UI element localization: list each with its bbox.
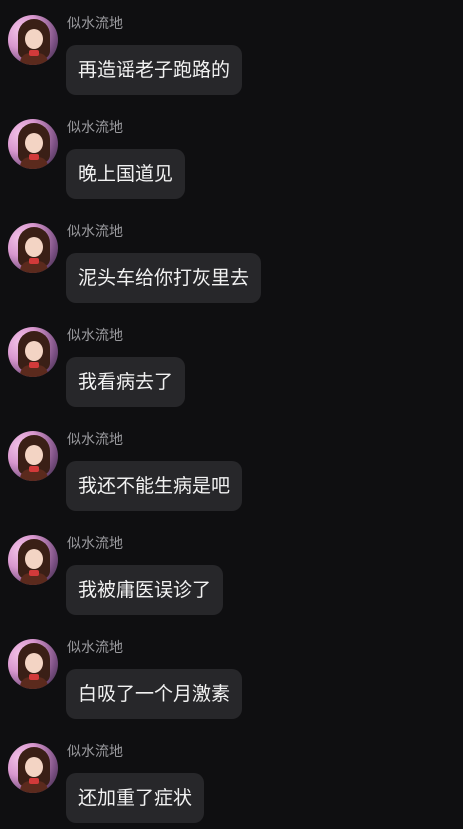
message-bubble[interactable]: 我被庸医误诊了 — [66, 565, 224, 615]
message-bubble[interactable]: 再造谣老子跑路的 — [66, 45, 243, 95]
avatar[interactable] — [8, 223, 58, 273]
message-bubble[interactable]: 白吸了一个月激素 — [66, 669, 243, 719]
sender-name: 似水流地 — [67, 432, 123, 448]
chat-message: 似水流地 我看病去了 — [0, 312, 463, 416]
chat-message: 似水流地 泥头车给你打灰里去 — [0, 208, 463, 312]
avatar[interactable] — [8, 15, 58, 65]
sender-name: 似水流地 — [67, 224, 123, 240]
message-bubble[interactable]: 还加重了症状 — [66, 773, 205, 823]
chat-message: 似水流地 晚上国道见 — [0, 104, 463, 208]
avatar[interactable] — [8, 327, 58, 377]
message-bubble[interactable]: 泥头车给你打灰里去 — [66, 253, 262, 303]
avatar[interactable] — [8, 535, 58, 585]
sender-name: 似水流地 — [67, 744, 123, 760]
chat-message: 似水流地 还加重了症状 — [0, 728, 463, 829]
sender-name: 似水流地 — [67, 16, 123, 32]
chat-message: 似水流地 白吸了一个月激素 — [0, 624, 463, 728]
sender-name: 似水流地 — [67, 640, 123, 656]
chat-message: 似水流地 我被庸医误诊了 — [0, 520, 463, 624]
sender-name: 似水流地 — [67, 536, 123, 552]
avatar[interactable] — [8, 431, 58, 481]
chat-message: 似水流地 再造谣老子跑路的 — [0, 0, 463, 104]
avatar[interactable] — [8, 119, 58, 169]
avatar[interactable] — [8, 743, 58, 793]
message-bubble[interactable]: 我还不能生病是吧 — [66, 461, 243, 511]
avatar[interactable] — [8, 639, 58, 689]
sender-name: 似水流地 — [67, 120, 123, 136]
sender-name: 似水流地 — [67, 328, 123, 344]
message-bubble[interactable]: 我看病去了 — [66, 357, 186, 407]
chat-message: 似水流地 我还不能生病是吧 — [0, 416, 463, 520]
message-bubble[interactable]: 晚上国道见 — [66, 149, 186, 199]
chat-message-list: 似水流地 再造谣老子跑路的 似水流地 晚上国道见 似水流地 泥头车给你打灰里去 … — [0, 0, 463, 829]
